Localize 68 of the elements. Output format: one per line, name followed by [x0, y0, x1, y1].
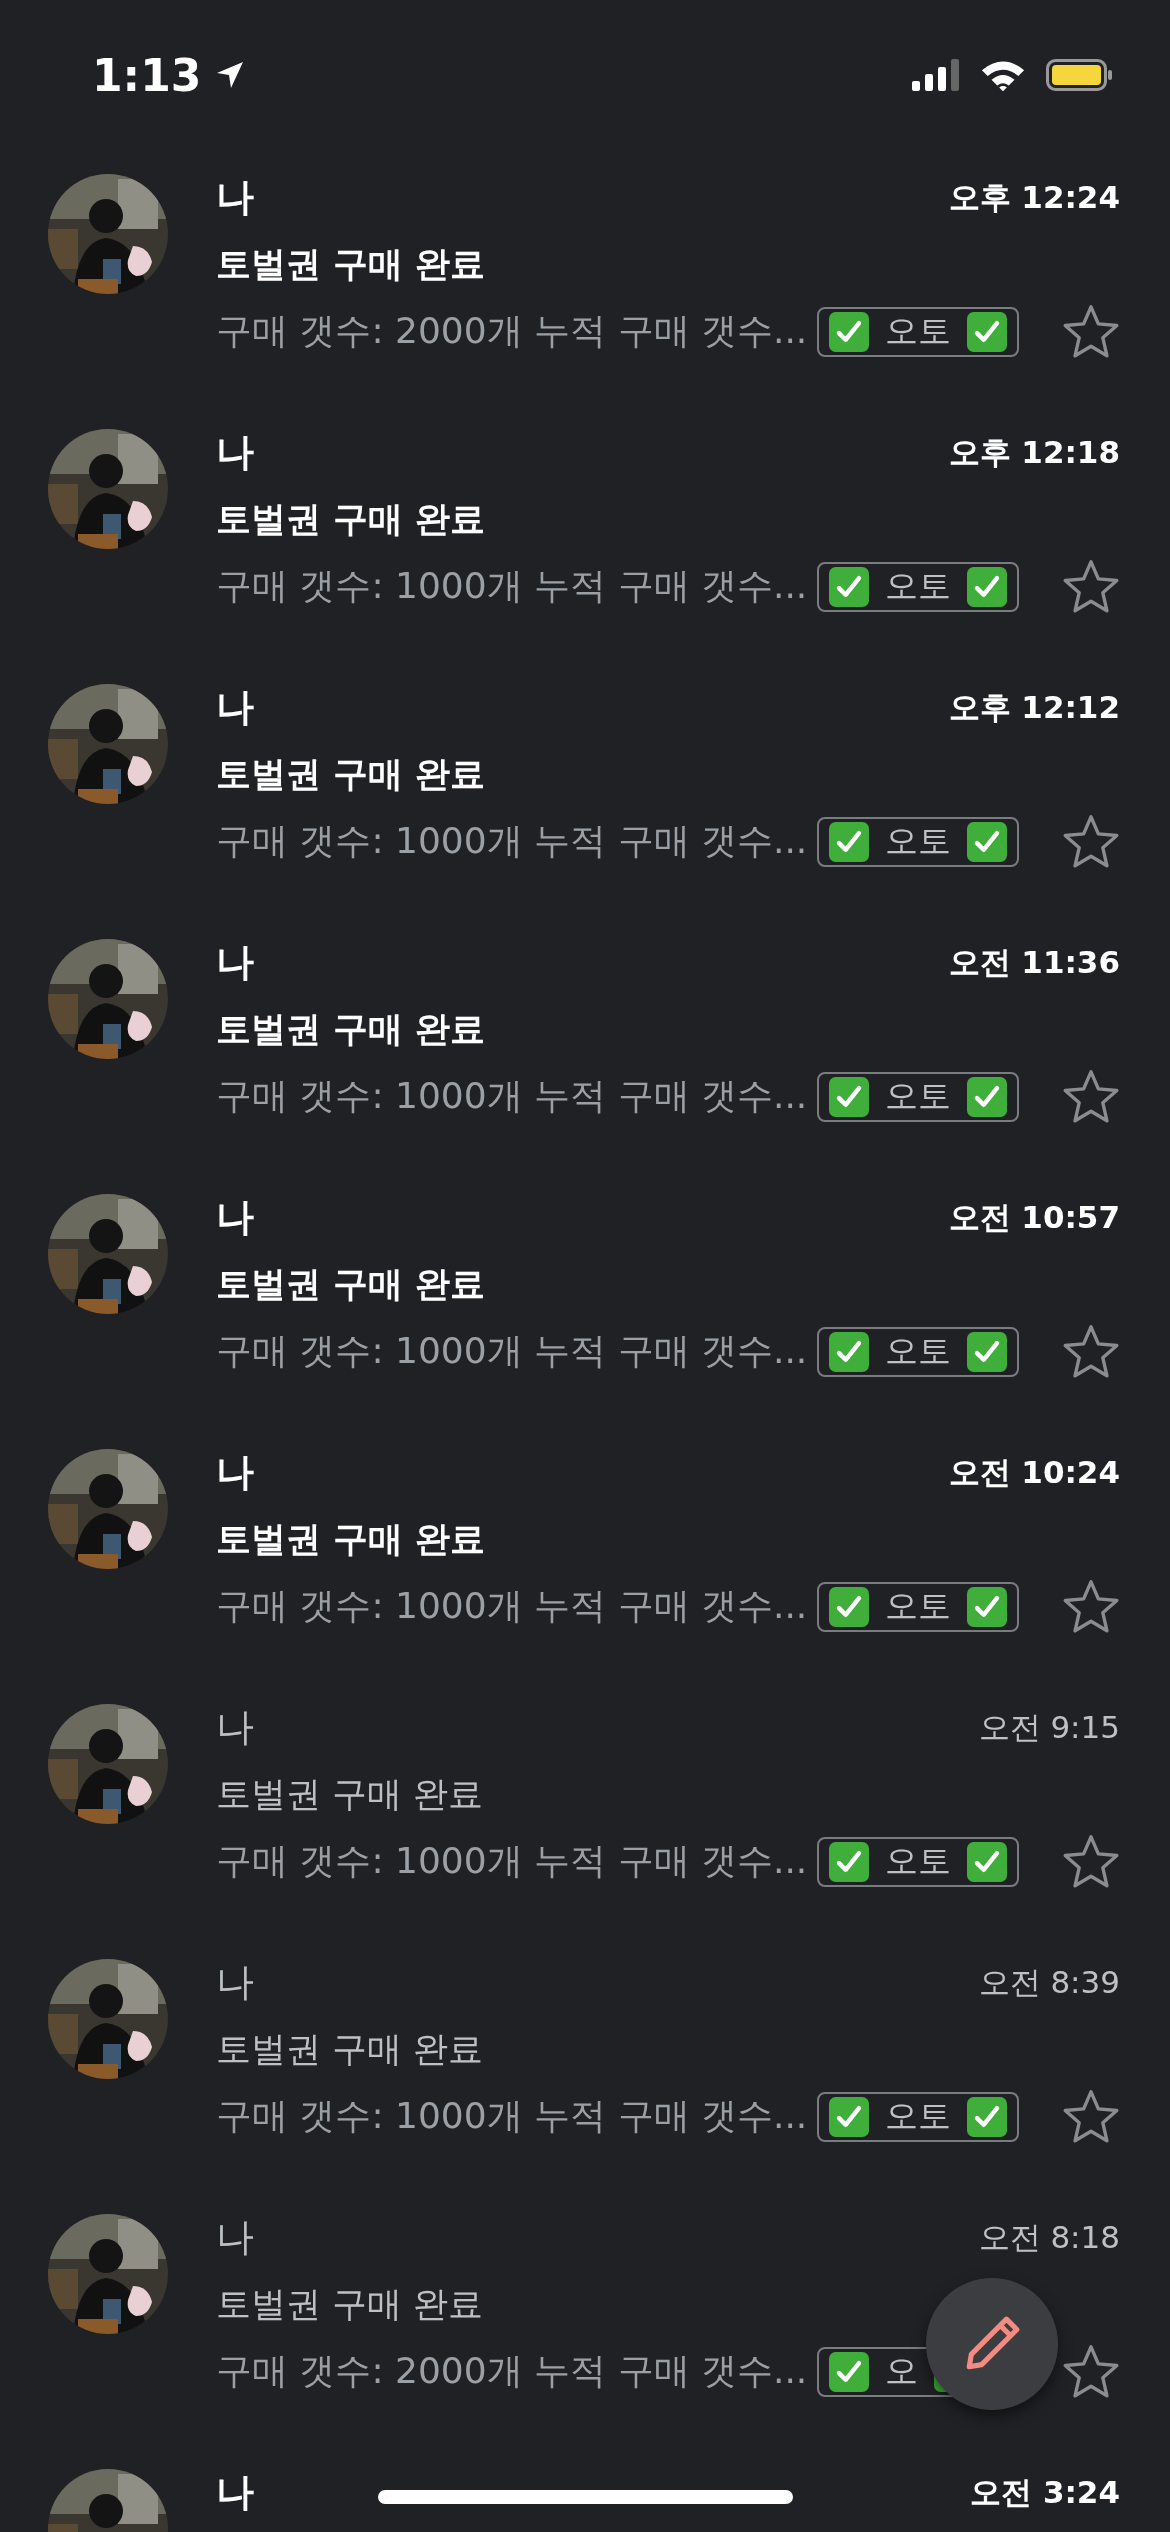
check-icon: [829, 1331, 870, 1372]
message-preview: 구매 갯수: 2000개 누적 구매 갯수...: [216, 309, 808, 353]
message-preview: 구매 갯수: 1000개 누적 구매 갯수...: [216, 1074, 808, 1118]
message-subject: 토벌권 구매 완료: [216, 243, 486, 286]
message-subject: 토벌권 구매 완료: [216, 1773, 484, 1816]
message-time: 오전 9:15: [978, 1707, 1120, 1747]
tag-text: 오토: [885, 1585, 952, 1627]
message-time: 오후 12:24: [948, 177, 1120, 217]
sender-name: 나: [216, 2469, 254, 2516]
check-icon: [829, 821, 870, 862]
check-icon: [967, 1076, 1008, 1117]
tag-text: 오토: [885, 1075, 952, 1117]
check-icon: [967, 1331, 1008, 1372]
sender-name: 나: [216, 174, 254, 221]
check-icon: [967, 821, 1008, 862]
tag-text: 오토: [885, 2095, 952, 2137]
sender-name: 나: [216, 684, 254, 731]
sender-name: 나: [216, 2214, 254, 2261]
check-icon: [829, 1076, 870, 1117]
sender-name: 나: [216, 1704, 254, 1751]
check-icon: [829, 2096, 870, 2137]
message-subject: 토벌권 구매 완료: [216, 498, 486, 541]
tag-text: 오토: [885, 820, 952, 862]
sender-name: 나: [216, 1449, 254, 1496]
tag-text: 오: [885, 2350, 919, 2392]
message-subject: 토벌권 구매 완료: [216, 1518, 486, 1561]
message-time: 오전 8:18: [978, 2217, 1120, 2257]
location-arrow-icon: [215, 60, 246, 90]
check-icon: [967, 311, 1008, 352]
message-preview: 구매 갯수: 1000개 누적 구매 갯수...: [216, 2094, 808, 2138]
sender-name: 나: [216, 429, 254, 476]
check-icon: [829, 1586, 870, 1627]
sender-name: 나: [216, 939, 254, 986]
message-time: 오전 10:24: [948, 1452, 1120, 1492]
message-time: 오전 3:24: [970, 2472, 1120, 2512]
tag-text: 오토: [885, 310, 952, 352]
message-time: 오후 12:12: [948, 687, 1120, 727]
check-icon: [829, 2351, 870, 2392]
tag-text: 오토: [885, 1840, 952, 1882]
message-preview: 구매 갯수: 1000개 누적 구매 갯수...: [216, 1584, 808, 1628]
message-preview: 구매 갯수: 1000개 누적 구매 갯수...: [216, 1329, 808, 1373]
message-subject: 토벌권 구매 완료: [216, 753, 486, 796]
check-icon: [829, 566, 870, 607]
status-time: 1:13: [92, 49, 202, 101]
message-preview: 구매 갯수: 2000개 누적 구매 갯수...: [216, 2349, 808, 2393]
battery-icon: [1046, 59, 1114, 91]
sender-name: 나: [216, 1194, 254, 1241]
message-time: 오전 11:36: [948, 942, 1120, 982]
tag-text: 오토: [885, 1330, 952, 1372]
signal-icon: [912, 59, 960, 91]
message-subject: 토벌권 구매 완료: [216, 1008, 486, 1051]
tag-text: 오토: [885, 565, 952, 607]
message-preview: 구매 갯수: 1000개 누적 구매 갯수...: [216, 1839, 808, 1883]
check-icon: [967, 566, 1008, 607]
message-time: 오전 8:39: [978, 1962, 1120, 2002]
check-icon: [967, 2096, 1008, 2137]
check-icon: [829, 1841, 870, 1882]
message-subject: 토벌권 구매 완료: [216, 1263, 486, 1306]
check-icon: [967, 1586, 1008, 1627]
message-preview: 구매 갯수: 1000개 누적 구매 갯수...: [216, 819, 808, 863]
message-subject: 토벌권 구매 완료: [216, 2283, 484, 2326]
message-time: 오전 10:57: [948, 1197, 1120, 1237]
message-preview: 구매 갯수: 1000개 누적 구매 갯수...: [216, 564, 808, 608]
message-subject: 토벌권 구매 완료: [216, 2028, 484, 2071]
message-time: 오후 12:18: [948, 432, 1120, 472]
sender-name: 나: [216, 1959, 254, 2006]
check-icon: [967, 1841, 1008, 1882]
check-icon: [829, 311, 870, 352]
